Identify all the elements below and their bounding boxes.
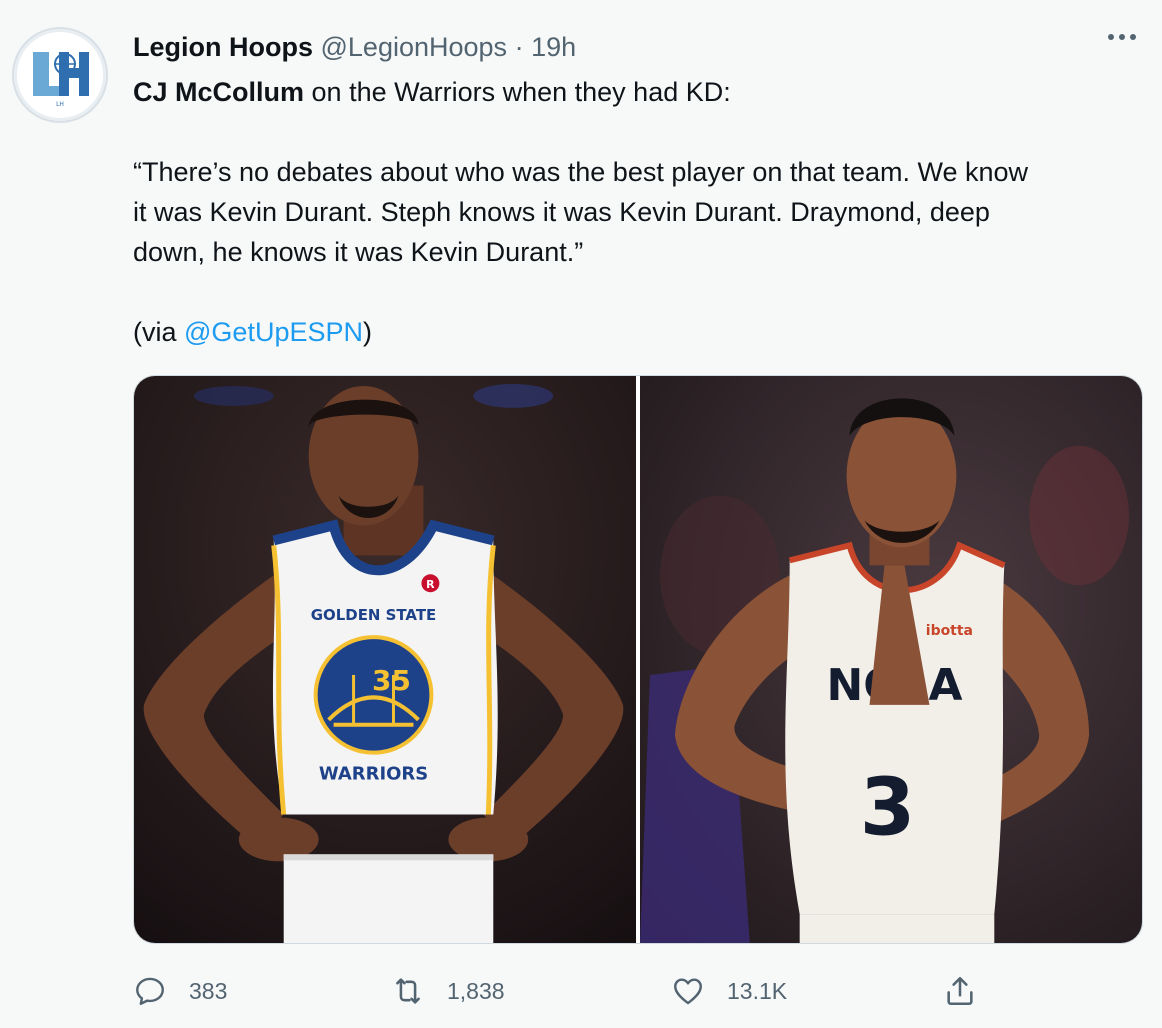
via-line: (via @GetUpESPN) [133, 312, 1133, 352]
media-grid[interactable]: 35 GOLDEN STATE WARRIORS R ibotta 3 [133, 375, 1143, 944]
more-options-icon[interactable] [1108, 34, 1136, 40]
share-icon [947, 976, 973, 1006]
jersey-sponsor-text: ibotta [926, 623, 973, 639]
quote-line-3: down, he knows it was Kevin Durant.” [133, 237, 584, 267]
jersey-team-text: WARRIORS [319, 764, 428, 785]
share-button[interactable] [943, 968, 977, 1014]
retweet-button[interactable]: 1,838 [391, 968, 505, 1014]
legion-hoops-logo-icon: LH [27, 42, 93, 108]
jersey-sponsor-badge: R [426, 578, 435, 591]
quote-line-1: “There’s no debates about who was the be… [133, 157, 1029, 187]
action-bar: 383 1,838 13.1K [133, 968, 1143, 1014]
avatar-logo-text: LH [56, 101, 64, 108]
tweet-line-1: CJ McCollum on the Warriors when they ha… [133, 72, 1133, 112]
header-separator: · [514, 32, 524, 62]
tweet-header: Legion Hoops @LegionHoops · 19h [133, 30, 576, 64]
like-count: 13.1K [727, 977, 788, 1004]
quote-line-2: it was Kevin Durant. Steph knows it was … [133, 197, 990, 227]
reply-button[interactable]: 383 [133, 968, 227, 1014]
jersey-brand-text: GOLDEN STATE [311, 606, 436, 624]
photo-cj-mccollum[interactable]: ibotta NOLA 3 [640, 376, 1142, 943]
pelicans-player-image: ibotta NOLA 3 [640, 376, 1142, 943]
author-handle[interactable]: @LegionHoops [321, 32, 508, 62]
tweet-card[interactable]: LH Legion Hoops @LegionHoops · 19h CJ Mc… [0, 0, 1162, 1028]
photo-kevin-durant[interactable]: 35 GOLDEN STATE WARRIORS R [134, 376, 636, 943]
author-name[interactable]: Legion Hoops [133, 32, 313, 62]
mention-name: CJ McCollum [133, 77, 305, 107]
jersey-number-3: 3 [860, 760, 916, 853]
via-prefix: (via [133, 317, 185, 347]
via-link[interactable]: @GetUpESPN [184, 317, 363, 347]
warriors-player-image: 35 GOLDEN STATE WARRIORS R [134, 376, 636, 943]
reply-icon [136, 977, 164, 1005]
retweet-count: 1,838 [447, 977, 505, 1004]
retweet-icon [396, 978, 420, 1004]
reply-count: 383 [189, 977, 228, 1004]
jersey-number-35: 35 [372, 664, 411, 697]
tweet-time[interactable]: 19h [531, 32, 576, 62]
tweet-text: CJ McCollum on the Warriors when they ha… [133, 72, 1133, 352]
avatar[interactable]: LH [12, 27, 108, 123]
via-suffix: ) [362, 317, 372, 347]
like-button[interactable]: 13.1K [671, 968, 787, 1014]
tweet-line-1-rest: on the Warriors when they had KD: [304, 77, 731, 107]
heart-icon [674, 978, 702, 1005]
